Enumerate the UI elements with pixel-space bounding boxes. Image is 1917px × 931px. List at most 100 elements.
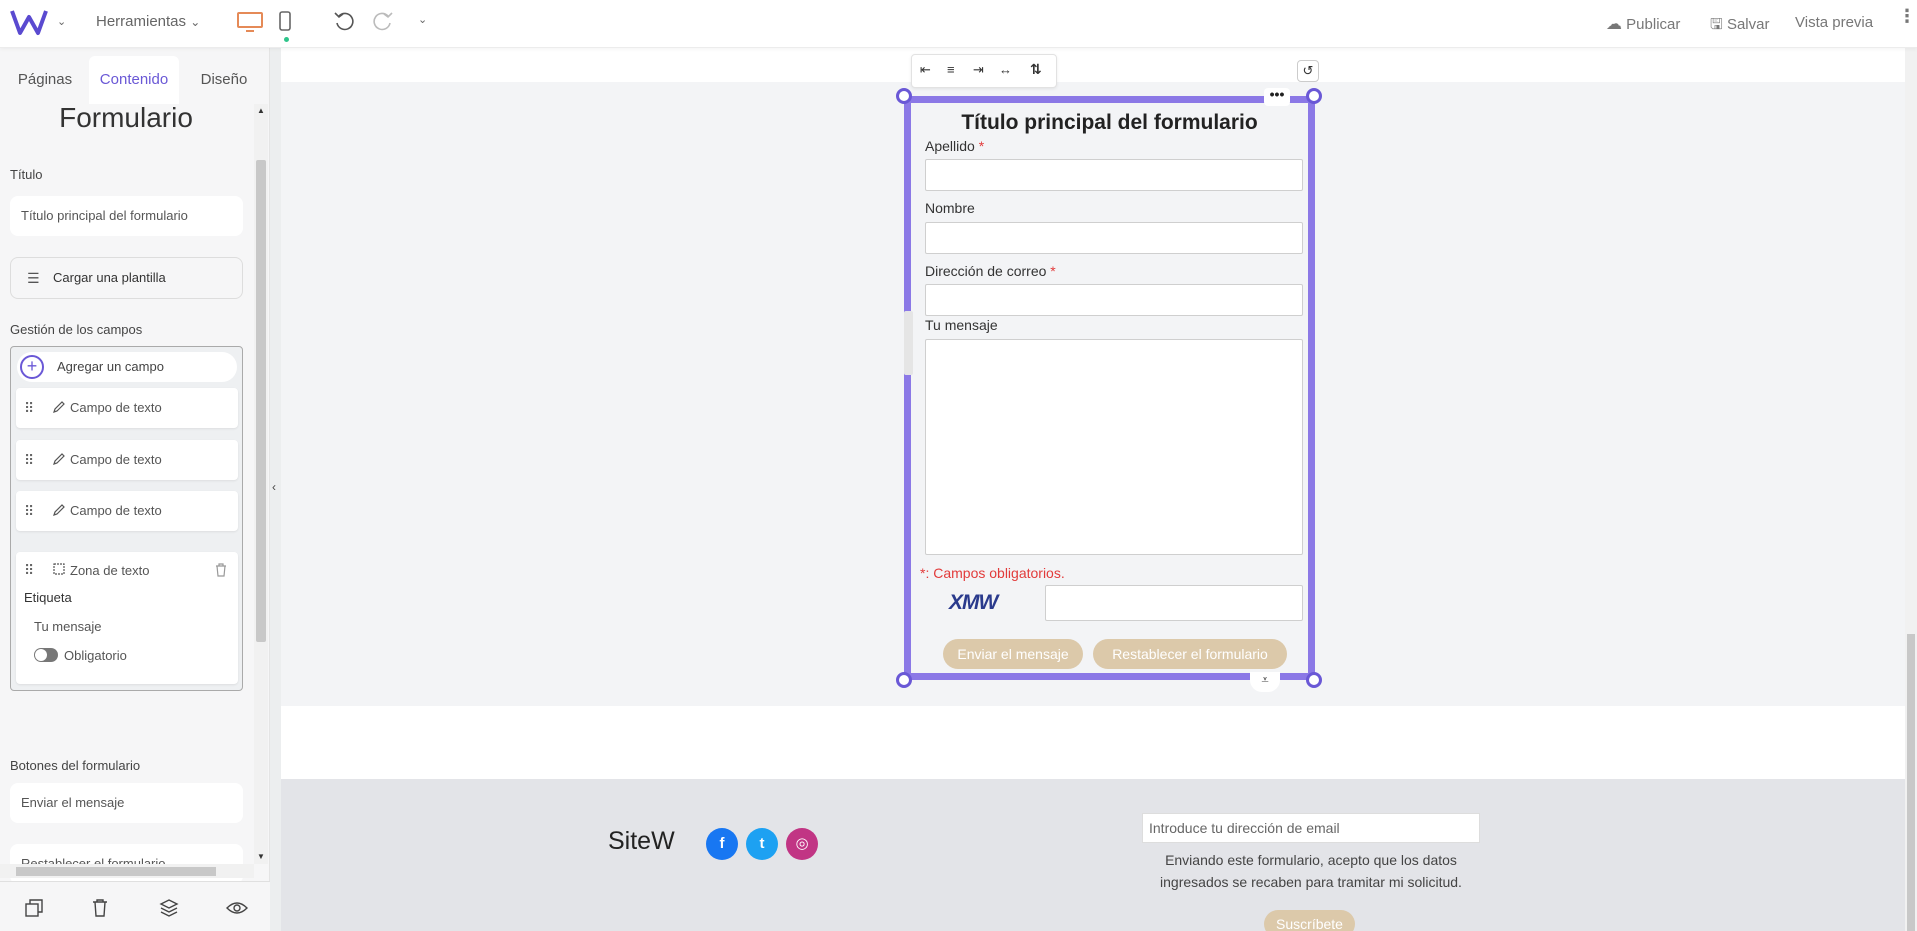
preview-button[interactable]: Vista previa [1795, 14, 1873, 31]
tab-contenido[interactable]: Contenido [89, 56, 179, 104]
drag-handle-icon[interactable]: ⠿ [24, 563, 34, 577]
more-menu-icon[interactable]: ⋮ [1898, 7, 1916, 25]
form-field-label: Tu mensaje [925, 317, 998, 333]
scroll-down-icon[interactable]: ▼ [257, 852, 265, 861]
eye-icon[interactable] [226, 900, 248, 916]
fields-list: + Agregar un campo ⠿ Campo de texto ⠿ Ca… [10, 346, 243, 691]
required-toggle[interactable] [34, 648, 58, 662]
resize-handle-br[interactable] [1306, 672, 1322, 688]
full-width-icon[interactable]: ↔ [999, 62, 1012, 77]
field-item-label: Campo de texto [70, 503, 162, 518]
sidebar-hscroll-thumb[interactable] [16, 867, 216, 876]
field-item[interactable]: ⠿ Campo de texto [16, 388, 238, 428]
align-right-icon[interactable]: ⇥ [973, 62, 984, 78]
save-button[interactable]: 🖫 Salvar [1710, 14, 1769, 39]
form-field-label: Apellido * [925, 138, 985, 154]
list-icon: ☰ [27, 270, 40, 286]
logo-menu-chevron-icon[interactable]: ⌄ [57, 15, 66, 28]
form-buttons-label: Botones del formulario [10, 758, 141, 773]
field-item[interactable]: ⠿ Campo de texto [16, 440, 238, 480]
textarea-field-label: Zona de texto [70, 563, 150, 578]
etiqueta-input[interactable]: Tu mensaje [34, 619, 101, 634]
subscribe-button[interactable]: Suscríbete [1264, 910, 1355, 931]
layers-icon[interactable] [159, 898, 179, 918]
tab-diseno[interactable]: Diseño [185, 56, 263, 104]
resize-handle-tl[interactable] [896, 88, 912, 104]
textarea-icon [53, 563, 65, 575]
facebook-icon[interactable]: f [706, 828, 738, 860]
insert-below-icon[interactable]: ⩡ [1250, 672, 1280, 692]
resize-grip[interactable] [904, 311, 913, 375]
panel-title: Formulario [59, 104, 193, 133]
title-field[interactable]: Título principal del formulario [10, 196, 243, 236]
sitew-logo[interactable] [10, 7, 48, 37]
page-scrollbar[interactable] [1905, 48, 1917, 931]
drag-handle-icon[interactable]: ⠿ [24, 491, 34, 531]
twitter-icon[interactable]: t [746, 828, 778, 860]
drag-handle-icon[interactable]: ⠿ [24, 388, 34, 428]
sidebar-scrollbar[interactable]: ▲ ▼ [254, 104, 268, 864]
tab-paginas[interactable]: Páginas [6, 56, 84, 104]
sidebar-bottom-toolbar [0, 881, 270, 931]
duplicate-icon[interactable] [24, 898, 44, 918]
tools-menu-label: Herramientas [96, 13, 187, 30]
align-center-icon[interactable]: ≡ [947, 62, 955, 77]
field-item[interactable]: ⠿ Campo de texto [16, 491, 238, 531]
captcha-image: XMW [949, 591, 998, 614]
load-template-button[interactable]: ☰ Cargar una plantilla [10, 257, 243, 299]
scroll-up-icon[interactable]: ▲ [257, 106, 265, 115]
redo-icon[interactable] [372, 10, 394, 32]
more-options-icon[interactable]: ••• [1264, 87, 1290, 106]
desktop-view-icon[interactable] [236, 11, 264, 33]
resize-handle-tr[interactable] [1306, 88, 1322, 104]
cloud-upload-icon: ☁ [1606, 16, 1622, 33]
send-button-field[interactable]: Enviar el mensaje [10, 783, 243, 823]
sort-icon[interactable]: ⇅ [1030, 61, 1042, 78]
form-field-label: Nombre [925, 200, 975, 216]
mobile-view-icon[interactable] [278, 10, 292, 34]
sidebar-hscrollbar[interactable] [0, 864, 254, 878]
title-label: Título [10, 167, 43, 182]
chevron-down-icon: ⌄ [190, 15, 201, 29]
required-note: *: Campos obligatorios. [920, 565, 1065, 581]
add-field-button[interactable]: + Agregar un campo [17, 352, 237, 382]
publish-button[interactable]: ☁ Publicar [1606, 14, 1680, 34]
content-panel: Formulario Título Título principal del f… [0, 104, 270, 914]
trash-icon[interactable] [215, 563, 227, 577]
save-label: Salvar [1726, 16, 1770, 33]
newsletter-email-input[interactable]: Introduce tu dirección de email [1142, 813, 1480, 843]
apellido-input[interactable] [925, 159, 1303, 191]
email-input[interactable] [925, 284, 1303, 316]
field-item-label: Campo de texto [70, 452, 162, 467]
footer-brand: SiteW [608, 827, 675, 855]
form-block[interactable]: Título principal del formulario Apellido… [904, 96, 1315, 680]
publish-label: Publicar [1626, 16, 1681, 33]
nombre-input[interactable] [925, 222, 1303, 254]
etiqueta-label: Etiqueta [24, 590, 72, 605]
load-template-label: Cargar una plantilla [53, 270, 166, 285]
instagram-icon[interactable]: ◎ [786, 828, 818, 860]
page-scroll-thumb[interactable] [1907, 634, 1915, 931]
captcha-input[interactable] [1045, 585, 1303, 621]
sidebar-scroll-thumb[interactable] [256, 160, 266, 642]
site-footer: SiteW f t ◎ Introduce tu dirección de em… [281, 779, 1905, 931]
tools-menu[interactable]: Herramientas ⌄ [96, 13, 200, 30]
send-message-button[interactable]: Enviar el mensaje [943, 639, 1083, 669]
resize-handle-bl[interactable] [896, 672, 912, 688]
delete-icon[interactable] [92, 898, 108, 918]
history-chevron-icon[interactable]: ⌄ [418, 13, 427, 26]
editor-canvas: ⇤ ≡ ⇥ ↔ ⇅ ↺ Título principal del formula… [281, 48, 1905, 931]
top-bar: ⌄ Herramientas ⌄ ⌄ ☁ Publicar 🖫 Salvar V… [0, 0, 1917, 48]
chevron-left-icon: ‹ [272, 480, 276, 494]
drag-handle-icon[interactable]: ⠿ [24, 440, 34, 480]
message-textarea[interactable] [925, 339, 1303, 555]
form-title: Título principal del formulario [961, 111, 1258, 134]
sidebar-tabs: Páginas Contenido Diseño [0, 56, 270, 104]
undo-icon[interactable] [333, 10, 355, 32]
textarea-field-item[interactable]: ⠿ Zona de texto Etiqueta Tu mensaje Obli… [16, 552, 238, 684]
active-view-indicator [284, 37, 289, 42]
align-left-icon[interactable]: ⇤ [920, 62, 931, 78]
consent-text: Enviando este formulario, acepto que los… [1160, 852, 1462, 890]
reset-form-button[interactable]: Restablecer el formulario [1093, 639, 1287, 669]
reset-layout-icon[interactable]: ↺ [1297, 60, 1319, 82]
